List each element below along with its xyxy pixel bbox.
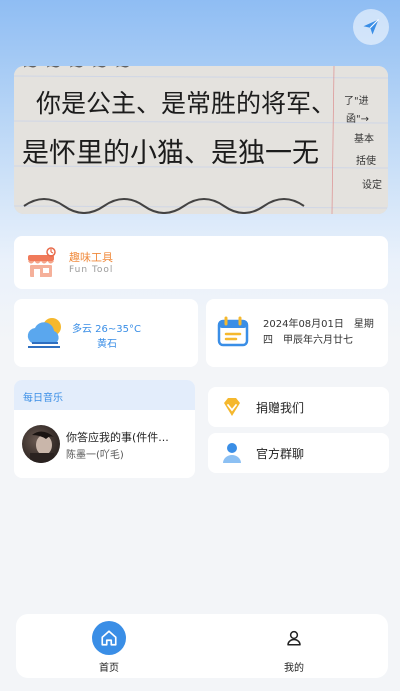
music-header: 每日音乐 (14, 380, 195, 410)
person-icon (277, 621, 311, 655)
tab-home-label: 首页 (99, 663, 119, 674)
banner-note-5: 设定 (362, 178, 382, 191)
home-icon (92, 621, 126, 655)
tab-mine[interactable]: 我的 (234, 614, 354, 678)
banner-line-1: 你是公主、是常胜的将军、 (36, 89, 336, 118)
bottom-tab-bar: 首页 我的 (16, 614, 388, 678)
date-card[interactable]: 2024年08月01日 星期四 甲辰年六月廿七 (206, 299, 388, 367)
banner-image[interactable]: ~ ~ ~ ~ ~ 你是公主、是常胜的将军、 是怀里的小猫、是独一无 了"进 函… (14, 66, 388, 214)
official-group-button[interactable]: 官方群聊 (208, 433, 389, 473)
user-icon (220, 441, 244, 465)
calendar-icon (216, 315, 250, 349)
svg-text:~ ~ ~ ~ ~: ~ ~ ~ ~ ~ (22, 66, 131, 77)
weather-location: 黄石 (97, 339, 117, 350)
daily-music-card[interactable]: 每日音乐 你答应我的事(件件... 陈墨一(吖毛) (14, 380, 195, 478)
weather-cloud-icon (24, 315, 68, 351)
donate-label: 捐赠我们 (256, 401, 305, 415)
fun-tool-icon (24, 245, 58, 279)
banner-note-2: 函"→ (346, 113, 369, 125)
date-text: 2024年08月01日 星期四 甲辰年六月廿七 (263, 319, 374, 346)
banner-note-4: 括使 (356, 154, 376, 167)
song-title: 你答应我的事(件件... (66, 431, 169, 444)
song-artist: 陈墨一(吖毛) (66, 450, 124, 461)
tab-home[interactable]: 首页 (49, 614, 169, 678)
diamond-icon (220, 395, 244, 419)
send-button[interactable] (353, 9, 389, 45)
weather-condition: 多云 26~35°C (72, 324, 141, 335)
album-cover[interactable] (22, 425, 60, 463)
send-icon (363, 19, 379, 35)
official-group-label: 官方群聊 (256, 447, 305, 461)
fun-tool-subtitle: Fun Tool (69, 265, 114, 275)
banner-line-2: 是怀里的小猫、是独一无 (22, 138, 319, 169)
music-header-label: 每日音乐 (23, 393, 63, 404)
banner-note-1: 了"进 (344, 95, 369, 107)
fun-tool-title: 趣味工具 (69, 251, 113, 264)
donate-button[interactable]: 捐赠我们 (208, 387, 389, 427)
tab-mine-label: 我的 (284, 663, 304, 674)
weather-card[interactable]: 多云 26~35°C 黄石 (14, 299, 198, 367)
fun-tool-card[interactable]: 趣味工具 Fun Tool (14, 236, 388, 289)
banner-note-3: 基本 (354, 132, 374, 145)
